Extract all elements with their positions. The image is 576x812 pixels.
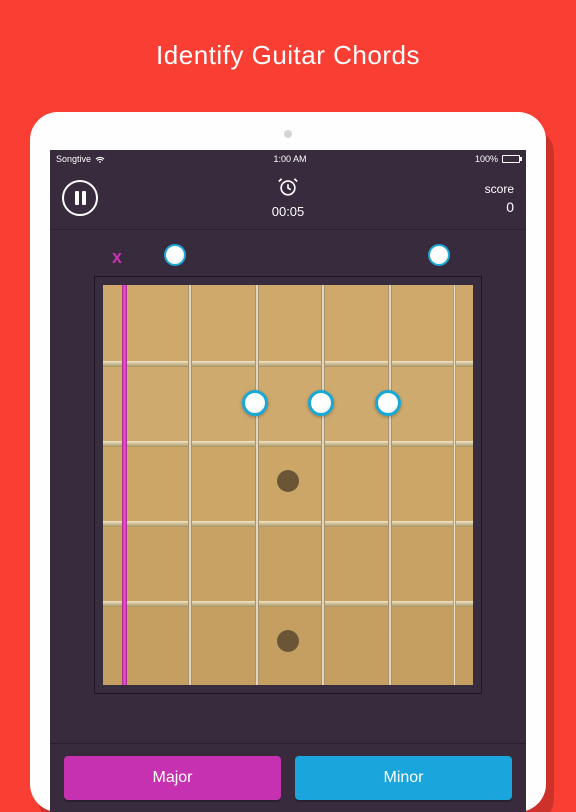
fretboard-wood <box>103 285 473 685</box>
string-4 <box>321 285 325 685</box>
minor-button[interactable]: Minor <box>295 756 512 800</box>
chord-diagram: x <box>50 230 526 694</box>
open-string-dot <box>164 244 186 266</box>
string-mute-icon: x <box>92 247 142 268</box>
clock-icon <box>277 176 299 196</box>
game-header: 00:05 score 0 <box>50 166 526 230</box>
string-6 <box>453 285 456 685</box>
app-screen: Songtive 1:00 AM 100% 00 <box>50 150 526 812</box>
fret-marker-icon <box>277 630 299 652</box>
status-time: 1:00 AM <box>273 154 306 164</box>
device-frame: Songtive 1:00 AM 100% 00 <box>30 112 546 812</box>
string-1 <box>122 285 127 685</box>
string-3 <box>255 285 259 685</box>
page-title: Identify Guitar Chords <box>0 0 576 71</box>
string-5 <box>388 285 392 685</box>
fretboard <box>94 276 482 694</box>
string-2 <box>188 285 192 685</box>
finger-dot <box>308 390 334 416</box>
wifi-icon <box>95 155 105 163</box>
pause-icon <box>75 191 86 205</box>
pause-button[interactable] <box>62 180 98 216</box>
status-bar: Songtive 1:00 AM 100% <box>50 150 526 166</box>
answer-buttons: Major Minor <box>50 743 526 812</box>
finger-dot <box>242 390 268 416</box>
nut-row: x <box>92 244 504 270</box>
battery-icon <box>502 155 520 163</box>
score-label: score <box>363 181 514 198</box>
finger-dot <box>375 390 401 416</box>
score-value: 0 <box>363 198 514 218</box>
timer-value: 00:05 <box>213 204 364 219</box>
fret-marker-icon <box>277 470 299 492</box>
battery-pct: 100% <box>475 154 498 164</box>
carrier-label: Songtive <box>56 154 91 164</box>
open-string-dot <box>428 244 450 266</box>
major-button[interactable]: Major <box>64 756 281 800</box>
